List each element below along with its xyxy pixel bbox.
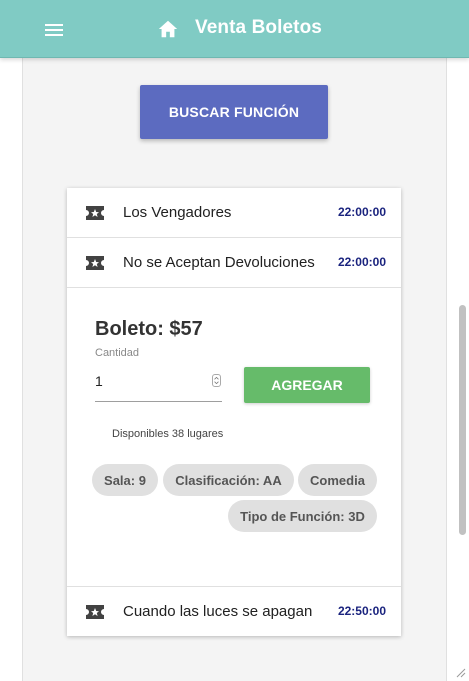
list-item-movie[interactable]: Los Vengadores 22:00:00: [67, 188, 401, 238]
menu-button[interactable]: [42, 18, 66, 42]
scrollbar-thumb[interactable]: [459, 305, 466, 535]
movie-title: No se Aceptan Devoluciones: [123, 254, 315, 271]
window-left-edge: [0, 0, 23, 681]
movie-time: 22:00:00: [337, 205, 386, 219]
quantity-input[interactable]: [95, 368, 222, 402]
app-title: Venta Boletos: [195, 17, 322, 38]
movie-time: 22:00:00: [337, 255, 386, 269]
availability-text: Disponibles 38 lugares: [112, 428, 224, 440]
movie-title: Cuando las luces se apagan: [123, 603, 313, 620]
ticket-price: Boleto: $57: [95, 318, 203, 340]
quantity-label: Cantidad: [95, 347, 140, 359]
hamburger-menu-icon: [45, 24, 63, 26]
home-icon[interactable]: [157, 18, 179, 40]
scrollbar-track[interactable]: [446, 0, 469, 681]
add-button[interactable]: AGREGAR: [244, 367, 370, 403]
ticket-icon: [86, 206, 104, 220]
number-spinner-icon[interactable]: [212, 374, 221, 387]
chip-genre: Comedia: [298, 464, 377, 496]
ticket-icon: [86, 605, 104, 619]
resize-grip-icon[interactable]: [456, 668, 466, 678]
chip-function-type: Tipo de Función: 3D: [228, 500, 377, 532]
list-item-movie[interactable]: Cuando las luces se apagan 22:50:00: [67, 586, 401, 636]
movie-time: 22:50:00: [337, 604, 386, 618]
ticket-detail-panel: Boleto: $57 Cantidad AGREGAR Disponibles…: [67, 288, 401, 586]
list-item-movie-selected[interactable]: No se Aceptan Devoluciones 22:00:00: [67, 238, 401, 288]
movie-title: Los Vengadores: [123, 204, 232, 221]
app-bar: Venta Boletos: [0, 0, 469, 58]
chip-room: Sala: 9: [92, 464, 158, 496]
search-function-button[interactable]: BUSCAR FUNCIÓN: [140, 85, 328, 139]
movie-list-card: Los Vengadores 22:00:00 No se Aceptan De…: [67, 188, 401, 636]
chip-rating: Clasificación: AA: [163, 464, 294, 496]
ticket-icon: [86, 256, 104, 270]
